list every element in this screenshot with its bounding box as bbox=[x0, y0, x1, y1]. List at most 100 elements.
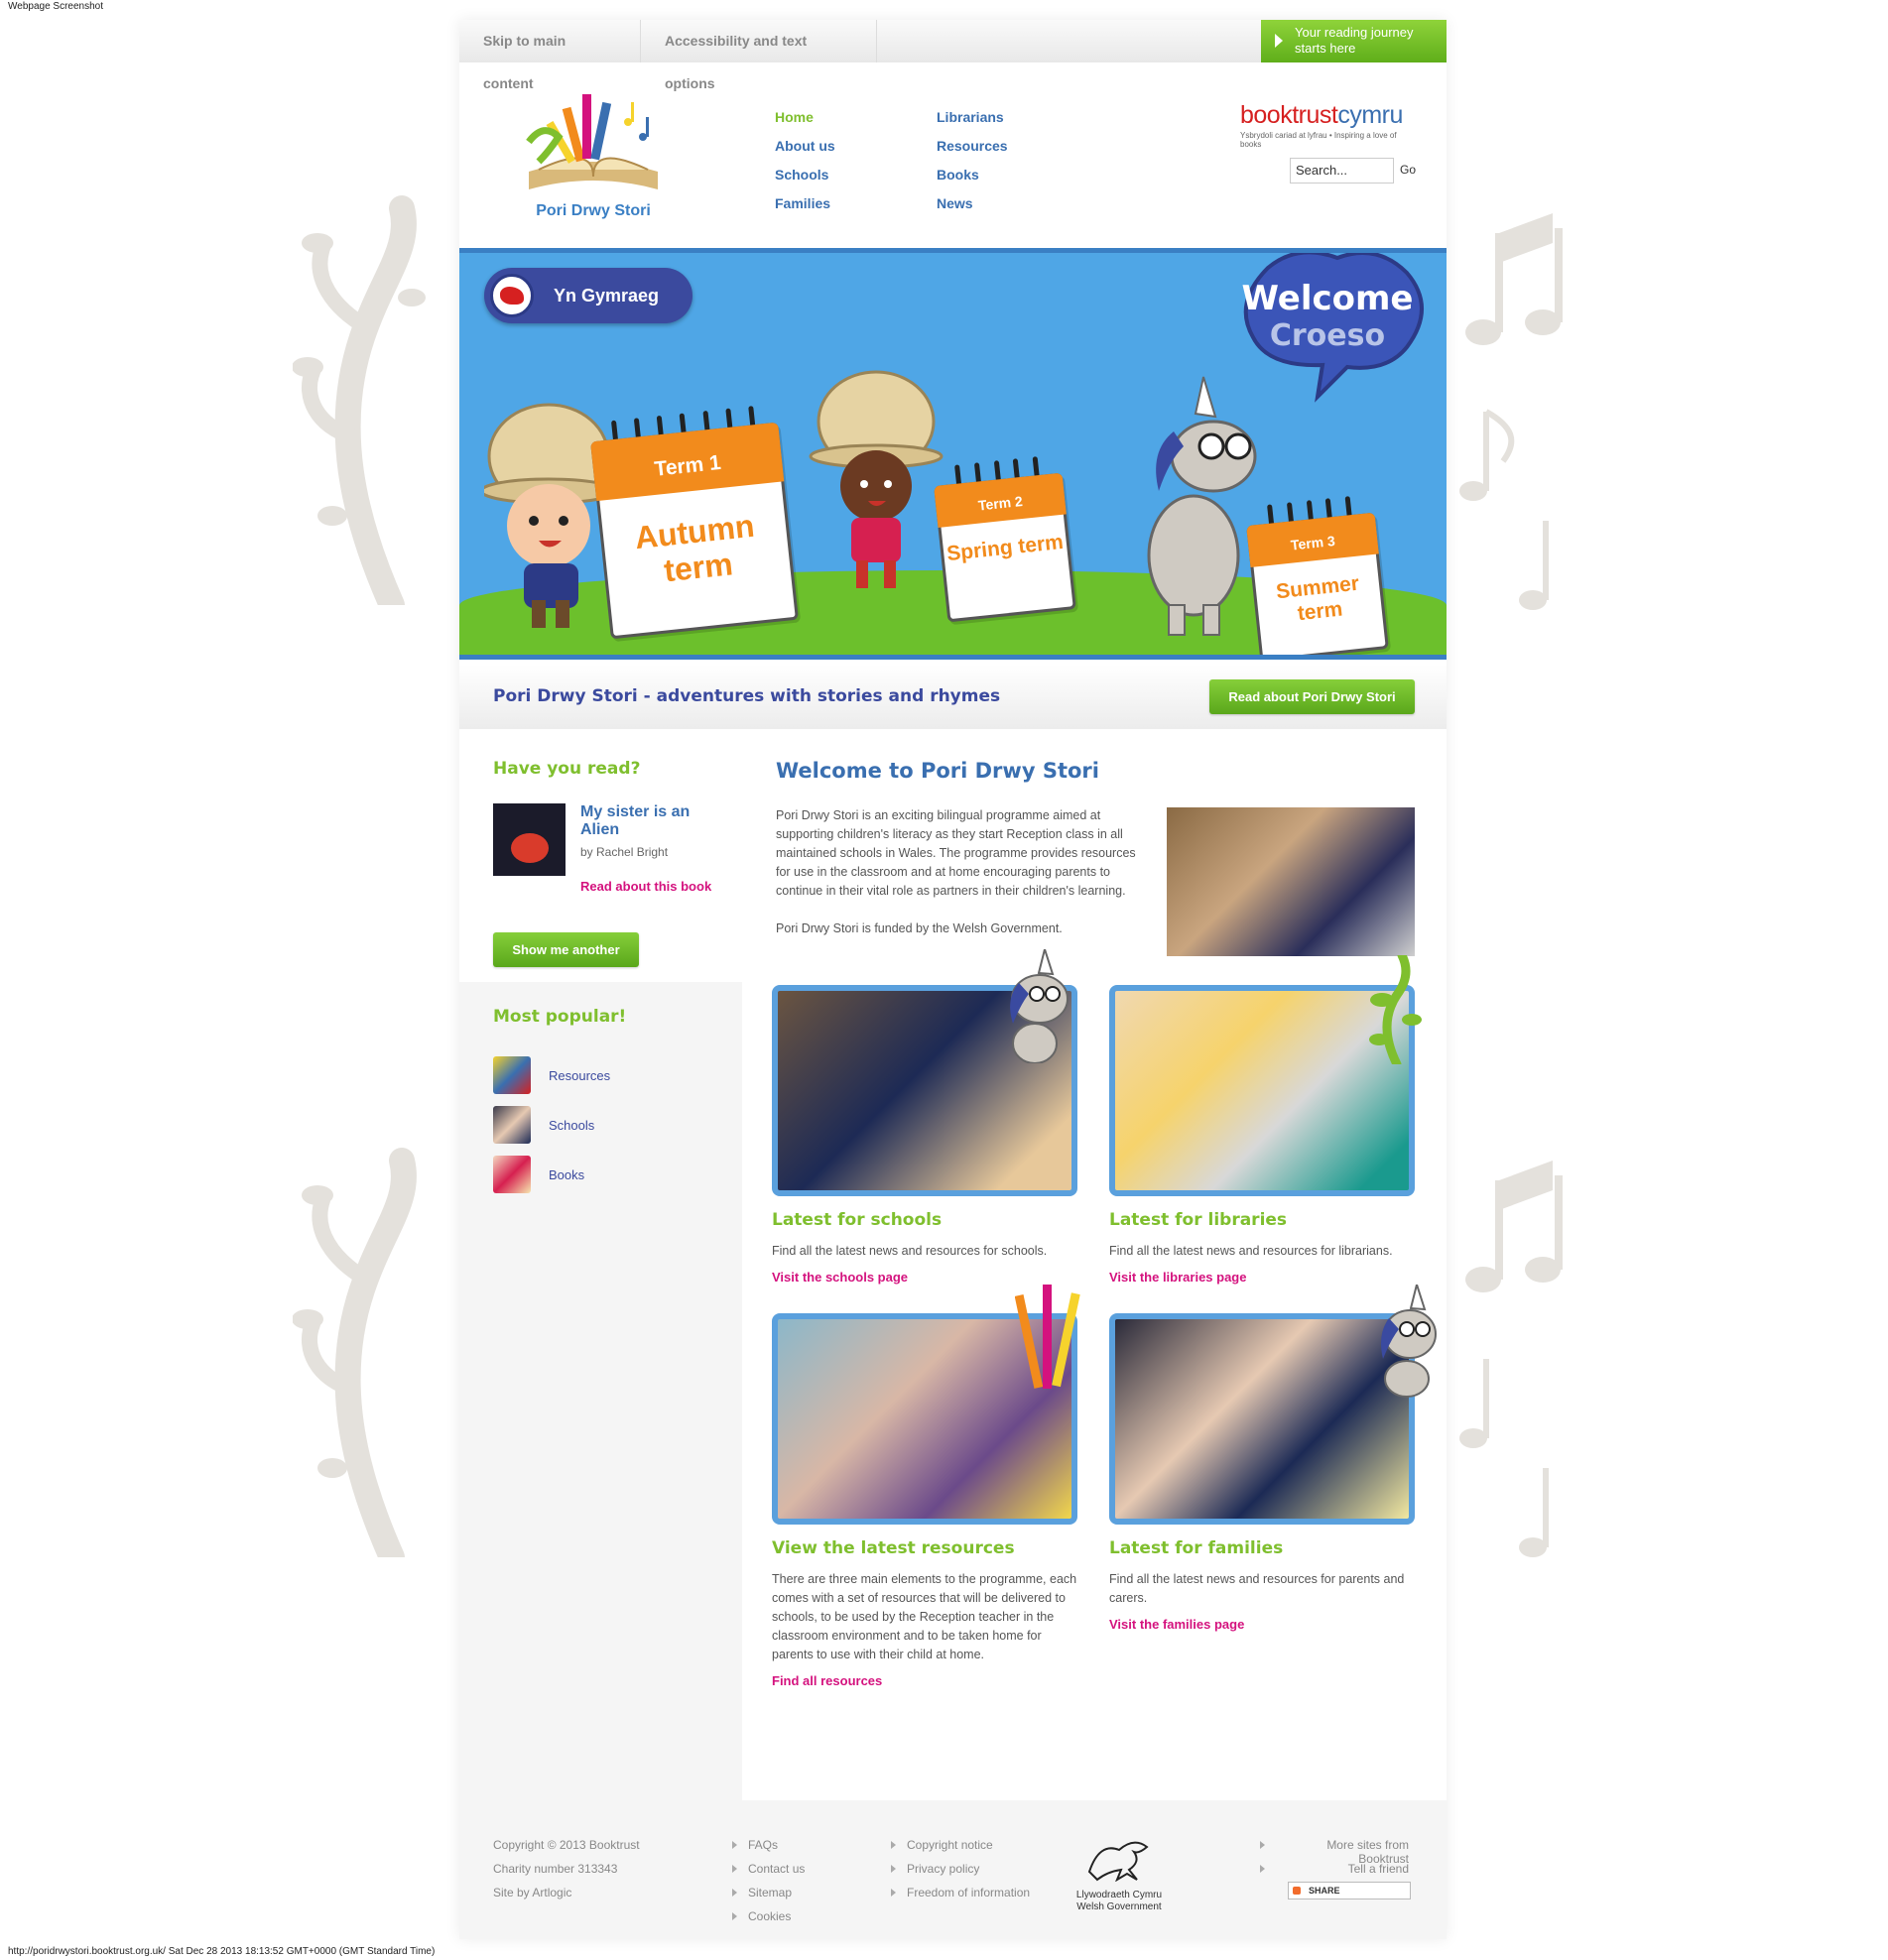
search-input[interactable]: Search... bbox=[1290, 158, 1394, 184]
play-arrow-icon bbox=[1275, 34, 1283, 48]
families-photo[interactable] bbox=[1109, 1313, 1415, 1525]
accessibility-options-link[interactable]: Accessibility and text options bbox=[641, 20, 877, 91]
booktrust-cymru-logo[interactable]: booktrustcymru Ysbrydoli cariad at lyfra… bbox=[1240, 101, 1419, 149]
tagline-strap: Pori Drwy Stori - adventures with storie… bbox=[459, 665, 1447, 729]
welcome-word: Welcome bbox=[1241, 279, 1414, 318]
screenshot-caption: Webpage Screenshot bbox=[8, 1, 103, 12]
nav-books[interactable]: Books bbox=[937, 167, 1008, 195]
read-about-book-link[interactable]: Read about this book bbox=[580, 879, 711, 894]
site-by-link[interactable]: Site by Artlogic bbox=[493, 1886, 640, 1909]
search-go-button[interactable]: Go bbox=[1400, 163, 1416, 177]
term-2-label: Spring term bbox=[945, 530, 1065, 566]
tagline-text: Pori Drwy Stori - adventures with storie… bbox=[493, 686, 1001, 706]
footer-links-2: Copyright notice Privacy policy Freedom … bbox=[891, 1838, 1030, 1909]
term-2-calendar: Term 2 Spring term bbox=[934, 456, 1076, 623]
card-text: Find all the latest news and resources f… bbox=[1109, 1572, 1405, 1605]
background-vine-decoration bbox=[292, 1141, 441, 1570]
utility-bar: Skip to main content Accessibility and t… bbox=[459, 20, 1447, 91]
popular-item-label: Books bbox=[549, 1167, 585, 1182]
logo-text: Pori Drwy Stori bbox=[536, 202, 651, 219]
music-notes-icon bbox=[1444, 213, 1592, 630]
book-title-link[interactable]: My sister is an Alien bbox=[580, 803, 719, 839]
footer-links-1: FAQs Contact us Sitemap Cookies bbox=[732, 1838, 805, 1933]
term-3-label: Summer term bbox=[1275, 571, 1361, 626]
welsh-language-button[interactable]: Yn Gymraeg bbox=[484, 268, 692, 323]
welcome-text: Welcome Croeso bbox=[1238, 280, 1417, 355]
open-book-pencils-icon bbox=[526, 94, 658, 189]
footer-link-copyright-notice[interactable]: Copyright notice bbox=[891, 1838, 1030, 1862]
copyright-text: Copyright © 2013 Booktrust bbox=[493, 1838, 640, 1852]
read-about-button[interactable]: Read about Pori Drwy Stori bbox=[1209, 679, 1415, 714]
page-title: Welcome to Pori Drwy Stori bbox=[776, 759, 1099, 783]
site-footer: Copyright © 2013 Booktrust Charity numbe… bbox=[459, 1800, 1447, 1939]
card-title[interactable]: Latest for libraries bbox=[1109, 1210, 1415, 1230]
screenshot-footer-caption: http://poridrwystori.booktrust.org.uk/ S… bbox=[8, 1946, 436, 1957]
show-another-button[interactable]: Show me another bbox=[493, 932, 639, 967]
card-title[interactable]: Latest for schools bbox=[772, 1210, 1077, 1230]
popular-item-label: Schools bbox=[549, 1118, 595, 1133]
unicorn-mascot-illustration bbox=[1147, 376, 1257, 636]
children-reading-photo bbox=[1167, 807, 1415, 956]
nav-home[interactable]: Home bbox=[775, 109, 835, 138]
footer-link-foi[interactable]: Freedom of information bbox=[891, 1886, 1030, 1909]
footer-link-contact[interactable]: Contact us bbox=[732, 1862, 805, 1886]
reading-journey-button[interactable]: Your reading journey starts here bbox=[1261, 20, 1447, 62]
card-title[interactable]: Latest for families bbox=[1109, 1538, 1415, 1558]
cymru-wordmark: cymru bbox=[1337, 101, 1403, 129]
skip-to-content-link[interactable]: Skip to main content bbox=[459, 20, 641, 91]
share-button[interactable]: SHARE bbox=[1288, 1882, 1411, 1899]
sidebar: Have you read? My sister is an Alien by … bbox=[459, 729, 742, 1800]
book-cover-image[interactable] bbox=[493, 803, 566, 876]
most-popular-heading: Most popular! bbox=[493, 1007, 627, 1027]
families-page-link[interactable]: Visit the families page bbox=[1109, 1617, 1415, 1632]
main-nav-column-2: Librarians Resources Books News bbox=[937, 109, 1008, 224]
schools-page-link[interactable]: Visit the schools page bbox=[772, 1270, 1077, 1285]
books-thumbnail bbox=[493, 1156, 531, 1193]
charity-number: Charity number 313343 bbox=[493, 1862, 618, 1876]
term-1-calendar: Term 1 Autumn term bbox=[590, 406, 799, 640]
find-all-resources-link[interactable]: Find all resources bbox=[772, 1673, 1077, 1688]
nav-news[interactable]: News bbox=[937, 195, 1008, 224]
welsh-flag-icon bbox=[490, 274, 534, 317]
have-you-read-heading: Have you read? bbox=[493, 759, 641, 779]
popular-item-label: Resources bbox=[549, 1068, 611, 1083]
site-logo[interactable]: Pori Drwy Stori bbox=[519, 82, 668, 231]
pencils-icon bbox=[1015, 1285, 1080, 1389]
footer-link-privacy[interactable]: Privacy policy bbox=[891, 1862, 1030, 1886]
footer-copyright: Copyright © 2013 Booktrust Charity numbe… bbox=[493, 1838, 640, 1909]
welsh-language-label: Yn Gymraeg bbox=[554, 286, 660, 306]
book-author: by Rachel Bright bbox=[580, 845, 669, 859]
welsh-dragon-icon bbox=[1087, 1841, 1149, 1883]
card-title[interactable]: View the latest resources bbox=[772, 1538, 1077, 1558]
croeso-word: Croeso bbox=[1269, 318, 1386, 353]
welsh-government-logo[interactable]: Llywodraeth Cymru Welsh Government bbox=[1070, 1832, 1169, 1913]
welsh-gov-name-en: Welsh Government bbox=[1076, 1901, 1162, 1912]
card-text: There are three main elements to the pro… bbox=[772, 1572, 1077, 1661]
card-text: Find all the latest news and resources f… bbox=[772, 1244, 1048, 1258]
families-card: Latest for families Find all the latest … bbox=[1109, 1313, 1415, 1632]
explorer-girl-illustration bbox=[809, 370, 944, 588]
footer-link-cookies[interactable]: Cookies bbox=[732, 1909, 805, 1933]
libraries-page-link[interactable]: Visit the libraries page bbox=[1109, 1270, 1415, 1285]
reading-journey-label: Your reading journey starts here bbox=[1295, 25, 1414, 56]
hero-banner: Yn Gymraeg Welcome Croeso Term 1 Autumn … bbox=[459, 248, 1447, 660]
footer-link-sitemap[interactable]: Sitemap bbox=[732, 1886, 805, 1909]
intro-paragraph: Pori Drwy Stori is an exciting bilingual… bbox=[776, 808, 1136, 898]
footer-link-faqs[interactable]: FAQs bbox=[732, 1838, 805, 1862]
booktrust-wordmark: booktrust bbox=[1240, 101, 1338, 129]
booktrust-tagline: Ysbrydoli cariad at lyfrau • Inspiring a… bbox=[1240, 131, 1397, 149]
nav-schools[interactable]: Schools bbox=[775, 167, 835, 195]
nav-resources[interactable]: Resources bbox=[937, 138, 1008, 167]
leaf-vine-icon bbox=[1369, 955, 1422, 1064]
nav-about-us[interactable]: About us bbox=[775, 138, 835, 167]
resources-thumbnail bbox=[493, 1056, 531, 1094]
schools-thumbnail bbox=[493, 1106, 531, 1144]
unicorn-mascot-icon bbox=[1381, 1285, 1437, 1398]
welsh-gov-name-cy: Llywodraeth Cymru bbox=[1075, 1890, 1163, 1900]
more-sites-link[interactable]: More sites from Booktrust bbox=[1260, 1838, 1409, 1866]
nav-librarians[interactable]: Librarians bbox=[937, 109, 1008, 138]
page-container: Skip to main content Accessibility and t… bbox=[459, 20, 1447, 1939]
term-3-calendar: Term 3 Summer term bbox=[1246, 496, 1389, 655]
main-nav-column-1: Home About us Schools Families bbox=[775, 109, 835, 224]
nav-families[interactable]: Families bbox=[775, 195, 835, 224]
